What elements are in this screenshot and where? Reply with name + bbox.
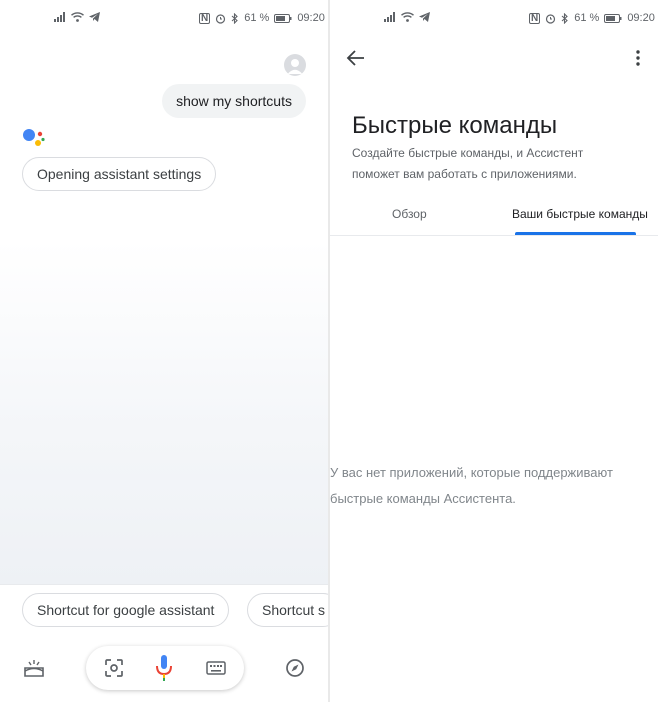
alarm-icon [216,13,226,24]
back-arrow-icon[interactable] [344,46,368,70]
battery-percent: 61 % [574,12,600,24]
bluetooth-icon [231,12,239,24]
assistant-conversation-screen: N 61 % 09:20 show my shortcuts Opening a… [0,0,328,702]
active-tab-indicator [515,232,636,235]
suggestion-chip[interactable]: Shortcut s [247,593,328,627]
snapshot-icon[interactable] [22,656,46,680]
user-query-bubble: show my shortcuts [162,84,306,118]
empty-state-message: У вас нет приложений, которые поддержива… [330,460,658,512]
more-options-icon[interactable] [634,47,642,69]
subtitle-line: Создайте быстрые команды, и Ассистент [352,146,584,160]
signal-icon [384,12,395,22]
status-bar-right: N 61 % 09:20 [529,12,655,24]
lens-icon[interactable] [102,656,126,680]
assistant-bottom-bar [0,642,328,702]
tab-overview[interactable]: Обзор [392,196,427,236]
suggestion-chip[interactable]: Shortcut for google assistant [22,593,230,627]
status-bar-right: N 61 % 09:20 [199,12,325,24]
keyboard-icon[interactable] [204,656,228,680]
page-title: Быстрые команды [352,112,558,139]
mic-icon[interactable] [152,652,176,684]
google-assistant-logo-icon [23,129,45,146]
battery-percent: 61 % [244,12,270,24]
status-bar-left-icons [384,12,430,22]
telegram-icon [419,12,430,22]
status-time: 09:20 [627,12,655,24]
explore-icon[interactable] [283,656,307,680]
bluetooth-icon [561,12,569,24]
user-avatar[interactable] [284,54,306,76]
assistant-reply-bubble: Opening assistant settings [22,157,217,191]
subtitle-line: поможет вам работать с приложениями. [352,167,577,181]
battery-icon [604,13,622,23]
shortcuts-settings-screen: N 61 % 09:20 Быстрые команды Создайте бы… [330,0,658,702]
alarm-icon [546,13,556,24]
tab-your-shortcuts[interactable]: Ваши быстрые команды [512,196,648,236]
empty-state-line: У вас нет приложений, которые поддержива… [330,465,613,480]
empty-state-line: быстрые команды Ассистента. [330,491,516,506]
person-icon [287,59,303,74]
tab-bar: Обзор Ваши быстрые команды [330,196,658,236]
nfc-icon: N [199,12,211,24]
status-bar-left-icons [54,12,100,22]
wifi-icon [401,12,414,22]
background-gradient [0,240,328,585]
signal-icon [54,12,65,22]
battery-icon [274,13,292,23]
page-subtitle: Создайте быстрые команды, и Ассистент по… [352,143,642,185]
telegram-icon [89,12,100,22]
nfc-icon: N [529,12,541,24]
status-time: 09:20 [297,12,325,24]
wifi-icon [71,12,84,22]
